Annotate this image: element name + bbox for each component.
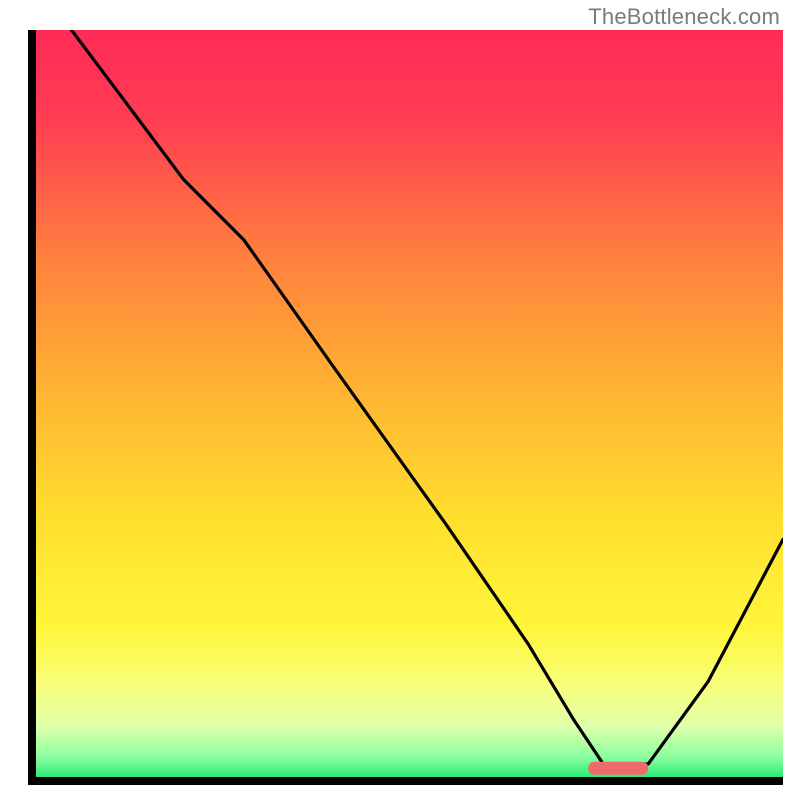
watermark-label: TheBottleneck.com — [588, 4, 780, 30]
chart-background — [34, 30, 783, 779]
chart-svg — [28, 30, 783, 785]
minimum-marker — [588, 762, 648, 775]
chart-plot-area — [28, 30, 783, 785]
